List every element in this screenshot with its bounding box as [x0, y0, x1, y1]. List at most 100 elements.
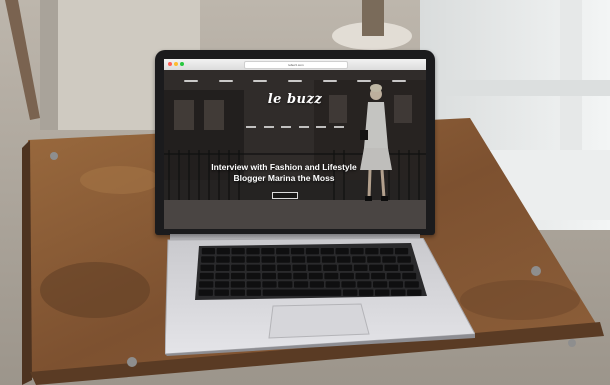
keyboard-key[interactable]: [230, 281, 245, 288]
keyboard-key[interactable]: [306, 256, 321, 263]
keyboard-key[interactable]: [357, 281, 372, 288]
keyboard-key[interactable]: [352, 256, 366, 263]
keyboard-key[interactable]: [201, 248, 216, 255]
keyboard-key[interactable]: [353, 264, 368, 271]
keyboard-key[interactable]: [262, 272, 277, 280]
keyboard-key[interactable]: [365, 248, 379, 255]
keyboard-key[interactable]: [367, 256, 381, 263]
nav-link[interactable]: [357, 80, 372, 82]
keyboard-key[interactable]: [246, 264, 261, 271]
keyboard-key[interactable]: [350, 248, 364, 255]
keyboard-key[interactable]: [277, 264, 291, 271]
nav-link[interactable]: [218, 80, 233, 82]
keyboard-key[interactable]: [307, 264, 322, 271]
keyboard-key[interactable]: [335, 248, 349, 255]
keyboard-key[interactable]: [200, 264, 215, 271]
keyboard-key[interactable]: [384, 264, 399, 271]
keyboard-key[interactable]: [277, 272, 292, 280]
keyboard-key[interactable]: [231, 248, 245, 255]
keyboard-key[interactable]: [309, 281, 325, 288]
read-more-button[interactable]: [272, 192, 298, 199]
keyboard-key[interactable]: [246, 248, 260, 255]
nav-link[interactable]: [322, 80, 337, 82]
keyboard-key[interactable]: [262, 281, 277, 288]
category-link[interactable]: [263, 126, 274, 128]
keyboard-key[interactable]: [399, 264, 414, 271]
keyboard-key[interactable]: [293, 272, 308, 280]
nav-link[interactable]: [391, 80, 406, 82]
category-link[interactable]: [316, 126, 327, 128]
keyboard-key[interactable]: [215, 272, 230, 280]
keyboard-key[interactable]: [338, 264, 353, 271]
keyboard-key[interactable]: [369, 264, 383, 271]
keyboard-key[interactable]: [323, 264, 337, 271]
article-headline[interactable]: Interview with Fashion and Lifestyle Blo…: [204, 162, 364, 184]
keyboard-key[interactable]: [230, 272, 245, 280]
maximize-dot[interactable]: [180, 62, 184, 66]
close-dot[interactable]: [168, 62, 172, 66]
keyboard-key[interactable]: [325, 281, 340, 288]
spacebar-key[interactable]: [262, 289, 342, 296]
minimize-dot[interactable]: [174, 62, 178, 66]
keyboard-key[interactable]: [290, 248, 305, 255]
keyboard-key[interactable]: [321, 256, 336, 263]
address-bar[interactable]: lebuzz.com: [244, 61, 348, 69]
keyboard-key[interactable]: [199, 272, 214, 280]
keyboard-key[interactable]: [358, 289, 374, 296]
keyboard-key[interactable]: [380, 248, 394, 255]
keyboard-key[interactable]: [231, 264, 245, 271]
nav-link[interactable]: [287, 80, 302, 82]
keyboard-key[interactable]: [246, 289, 262, 296]
keyboard-key[interactable]: [261, 256, 276, 263]
keyboard-key[interactable]: [246, 281, 261, 288]
keyboard-key[interactable]: [397, 256, 411, 263]
keyboard-key[interactable]: [291, 256, 306, 263]
keyboard-key[interactable]: [199, 281, 214, 288]
keyboard-key[interactable]: [341, 281, 356, 288]
keyboard-key[interactable]: [214, 289, 229, 296]
trackpad[interactable]: [268, 303, 370, 339]
keyboard-key[interactable]: [293, 281, 309, 288]
keyboard-key[interactable]: [276, 248, 290, 255]
keyboard-key[interactable]: [404, 281, 419, 288]
keyboard-key[interactable]: [214, 281, 230, 288]
nav-link[interactable]: [184, 80, 198, 82]
keyboard-key[interactable]: [339, 272, 354, 280]
keyboard-key[interactable]: [201, 256, 215, 263]
keyboard-key[interactable]: [276, 256, 291, 263]
keyboard-key[interactable]: [394, 248, 409, 255]
keyboard-key[interactable]: [407, 289, 422, 296]
keyboard-key[interactable]: [402, 272, 417, 280]
keyboard-key[interactable]: [292, 264, 307, 271]
keyboard-key[interactable]: [342, 289, 358, 296]
keyboard-key[interactable]: [386, 272, 401, 280]
keyboard-key[interactable]: [198, 289, 213, 296]
nav-link[interactable]: [253, 80, 268, 82]
keyboard-key[interactable]: [261, 248, 275, 255]
keyboard-key[interactable]: [216, 256, 230, 263]
keyboard-key[interactable]: [246, 272, 261, 280]
category-link[interactable]: [333, 126, 344, 128]
keyboard-key[interactable]: [374, 289, 390, 296]
keyboard-key[interactable]: [308, 272, 323, 280]
keyboard-key[interactable]: [382, 256, 396, 263]
keyboard-key[interactable]: [216, 248, 230, 255]
keyboard-key[interactable]: [355, 272, 370, 280]
keyboard-key[interactable]: [246, 256, 260, 263]
site-logo[interactable]: le buzz: [164, 92, 426, 107]
keyboard-key[interactable]: [230, 289, 246, 296]
keyboard-key[interactable]: [215, 264, 230, 271]
keyboard-key[interactable]: [373, 281, 388, 288]
keyboard-key[interactable]: [391, 289, 406, 296]
keyboard-key[interactable]: [231, 256, 245, 263]
category-link[interactable]: [281, 126, 292, 128]
keyboard-key[interactable]: [324, 272, 339, 280]
category-link[interactable]: [298, 126, 309, 128]
keyboard-key[interactable]: [320, 248, 334, 255]
keyboard-key[interactable]: [278, 281, 293, 288]
keyboard-key[interactable]: [336, 256, 351, 263]
keyboard-key[interactable]: [305, 248, 320, 255]
category-link[interactable]: [246, 126, 256, 128]
keyboard-key[interactable]: [388, 281, 404, 288]
keyboard-key[interactable]: [261, 264, 276, 271]
